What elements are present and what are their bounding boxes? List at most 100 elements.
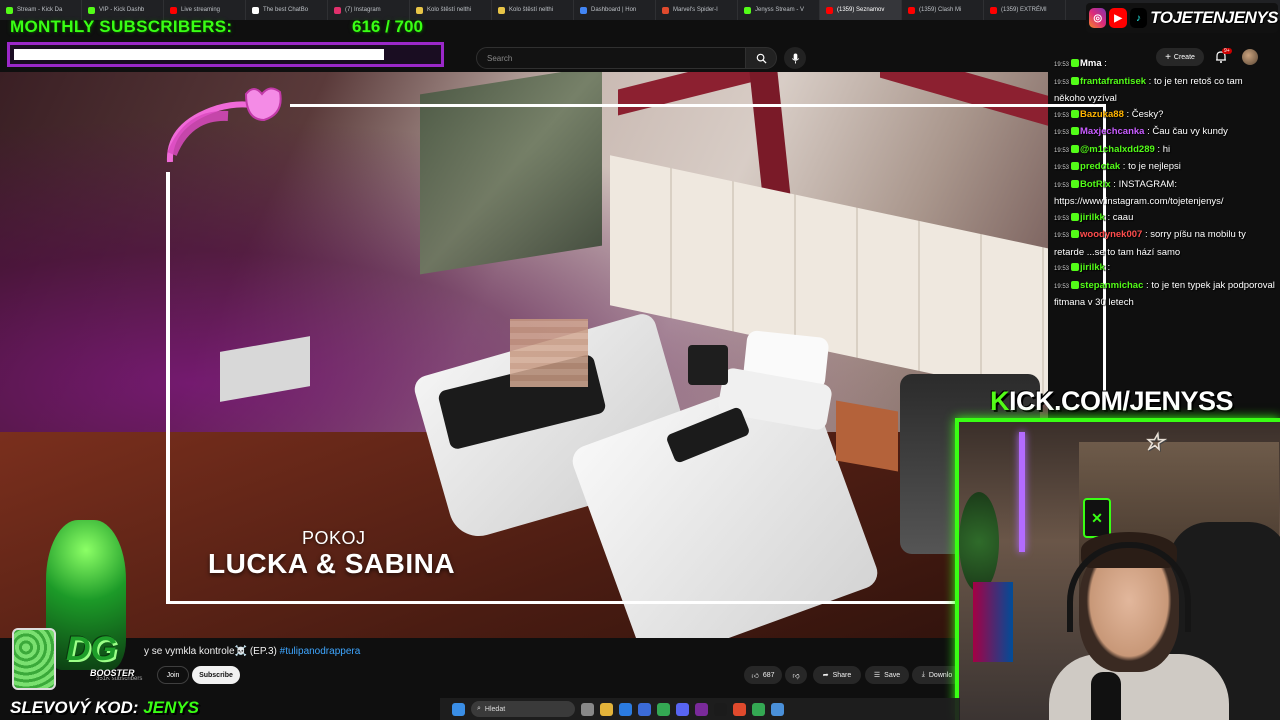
censor-blur (510, 319, 588, 387)
tab-favicon-icon (744, 6, 751, 14)
browser-tab-label: Kolo štěstí nelthi (509, 7, 554, 13)
chat-timestamp: 19:53 (1054, 182, 1070, 189)
chat-username[interactable]: Bazuka88 (1080, 109, 1124, 120)
microphone (1091, 672, 1121, 720)
subscriber-goal-bar (7, 42, 444, 67)
tab-favicon-icon (908, 6, 915, 14)
chat-username[interactable]: jirilkk (1080, 262, 1105, 273)
windows-start-icon[interactable] (452, 702, 465, 716)
like-count: 687 (762, 671, 775, 679)
chat-message: 19:53 jirilkk : caau (1050, 210, 1280, 228)
taskbar-search[interactable]: ⌕ Hledat (471, 701, 575, 717)
chat-username[interactable]: BotRix (1080, 179, 1111, 190)
chat-username[interactable]: frantafrantisek (1080, 76, 1146, 87)
chat-username[interactable]: jirilkk (1080, 212, 1105, 223)
tab-favicon-icon (88, 6, 95, 14)
chat-username[interactable]: @m1chalxdd289 (1080, 144, 1155, 155)
tab-favicon-icon (252, 6, 259, 14)
chat-message: 19:53 stepanmichac : to je ten typek jak … (1050, 278, 1280, 311)
chat-timestamp: 19:53 (1054, 233, 1070, 239)
video-title: y se vymkla kontrole☠️ (EP.3) #tulipanod… (144, 646, 360, 657)
chat-message: 19:53 frantafrantisek : to je ten retoš c… (1050, 74, 1280, 107)
browser-tab[interactable]: Marvel's Spider-I (656, 0, 738, 20)
browser-tab-label: The best ChatBo (263, 7, 309, 13)
chat-separator: : (1146, 75, 1154, 87)
chat-separator: : (1123, 108, 1132, 120)
discord-icon[interactable] (676, 702, 689, 716)
chat-timestamp: 19:53 (1054, 215, 1070, 222)
browser-tab-label: Dashboard | Hon (591, 7, 637, 13)
chat-username[interactable]: Mma (1080, 58, 1102, 69)
chat-username[interactable]: Maxjechcanka (1080, 126, 1144, 137)
social-handle: TOJETENJENYS (1150, 8, 1279, 27)
browser-tab-label: Stream - Kick Da (17, 7, 63, 13)
voice-search-button[interactable] (784, 47, 806, 69)
share-button[interactable]: ➦ Share (813, 666, 861, 684)
discount-label: SLEVOVÝ KOD: (10, 698, 139, 717)
chat-text: caau (1112, 211, 1134, 223)
download-icon: ⤓ (921, 671, 925, 678)
search-button[interactable] (745, 47, 777, 69)
dislike-button[interactable]: 👎︎ (785, 666, 807, 684)
browser-tab[interactable]: (1359) Clash Mi (902, 0, 984, 20)
notepad-icon[interactable] (771, 702, 784, 716)
save-button[interactable]: ☰ Save (865, 666, 909, 684)
browser-tab[interactable]: (1359) Seznamov (820, 0, 902, 20)
windows-taskbar: ⌕ Hledat (440, 698, 960, 720)
browser-tab-label: Jenyss Stream - V (755, 7, 805, 13)
browser-tab-label: VIP - Kick Dashb (99, 7, 145, 13)
headboard-wall (610, 155, 1048, 399)
subscribe-button[interactable]: Subscribe (192, 666, 240, 684)
kick-badge-icon (1071, 263, 1080, 272)
save-icon: ☰ (873, 672, 881, 679)
tiktok-icon: ♪ (1129, 8, 1148, 28)
booster-logo-text: BOOSTER (90, 668, 135, 678)
monthly-subscribers-label: MONTHLY SUBSCRIBERS: (10, 17, 233, 36)
obs-icon[interactable] (733, 702, 746, 716)
chat-separator: : (1104, 211, 1113, 223)
share-label: Share (832, 671, 852, 679)
microphone-icon (791, 52, 799, 64)
chat-text: to je nejlepsi (1128, 161, 1181, 172)
thumbs-up-icon: 👍︎ (751, 672, 759, 680)
terminal-icon[interactable] (714, 702, 727, 716)
like-button[interactable]: 👍︎ 687 (744, 666, 782, 684)
video-hashtag[interactable]: #tulipanodrappera (280, 646, 361, 657)
task-view-icon[interactable] (581, 702, 594, 716)
frame-line-bottom (166, 601, 956, 604)
tab-favicon-icon (334, 6, 341, 14)
kick-badge-icon (1071, 109, 1080, 118)
chat-message: 19:53 Mma : (1050, 56, 1280, 74)
photos-icon[interactable] (638, 702, 651, 716)
browser-tab[interactable]: Jenyss Stream - V (738, 0, 820, 20)
chat-text: Česky? (1131, 108, 1164, 120)
chat-message: 19:53 @m1chalxdd289 : hi (1050, 142, 1280, 160)
tab-favicon-icon (990, 6, 997, 14)
chat-username[interactable]: woodynek007 (1080, 229, 1142, 240)
chat-message: 19:53 predotak : to je nejlepsi (1050, 159, 1280, 177)
booster-logo: DG (66, 630, 117, 668)
kick-badge-icon (1071, 280, 1080, 289)
file-explorer-icon[interactable] (600, 702, 613, 716)
chat-username[interactable]: stepanmichac (1080, 280, 1143, 291)
football-jersey (973, 582, 1013, 662)
share-icon: ➦ (822, 672, 829, 679)
edge-icon[interactable] (619, 702, 632, 716)
chat-timestamp: 19:53 (1054, 79, 1070, 86)
ceiling-beam (618, 72, 758, 116)
browser-tab[interactable]: The best ChatBo (246, 0, 328, 20)
app-icon[interactable] (695, 702, 708, 716)
chrome-icon[interactable] (752, 702, 765, 716)
webcam-feed: ☆ ✕ (955, 418, 1280, 720)
chat-username[interactable]: predotak (1080, 161, 1120, 172)
browser-tab[interactable]: (1359) EXTRÉMI (984, 0, 1066, 20)
tab-favicon-icon (416, 6, 423, 14)
browser-tab[interactable]: Dashboard | Hon (574, 0, 656, 20)
chrome-icon[interactable] (657, 702, 670, 716)
browser-tab[interactable]: Kolo štěstí nelthi (492, 0, 574, 20)
search-input[interactable]: Search (476, 47, 746, 69)
browser-tab-label: Kolo štěstí nelthi (427, 7, 472, 13)
discount-code-banner: SLEVOVÝ KOD: JENYS (10, 698, 199, 718)
kick-badge-icon (1071, 127, 1080, 136)
kick-badge-icon (1071, 144, 1080, 153)
